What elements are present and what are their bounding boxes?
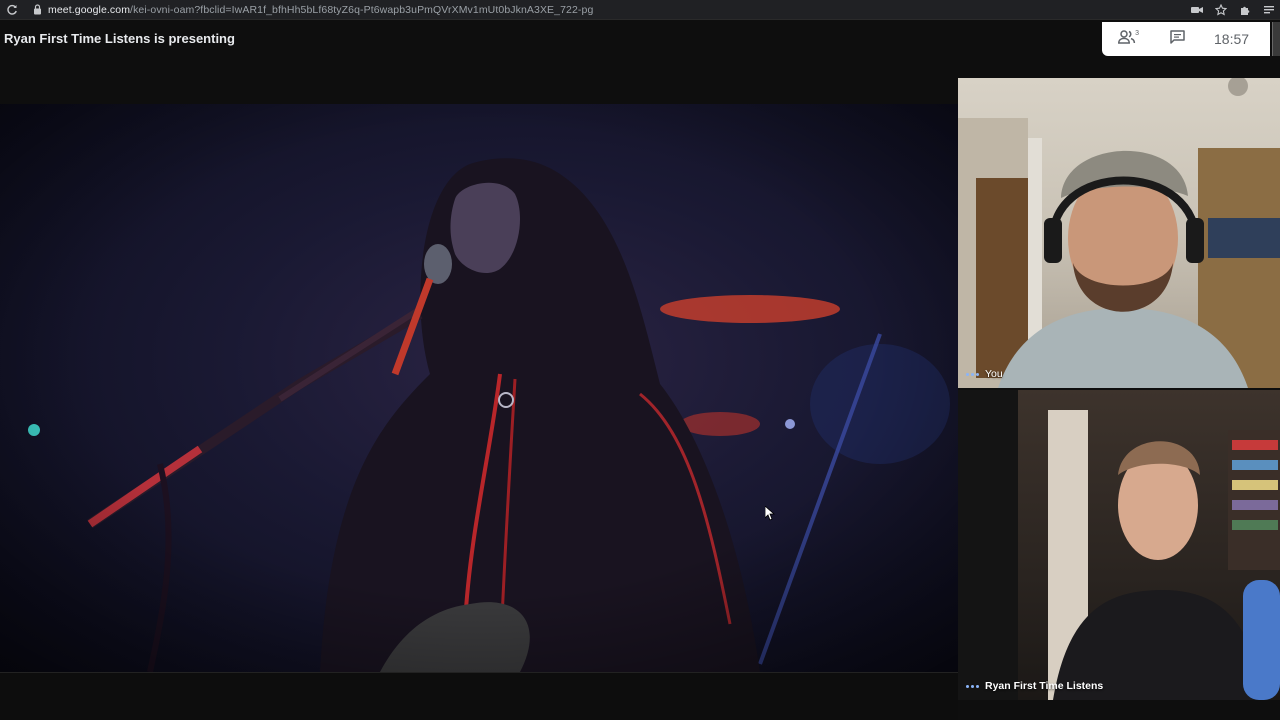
meeting-clock: 18:57	[1214, 31, 1250, 47]
people-count: 3	[1135, 30, 1139, 37]
participant-tile-ryan[interactable]: Ryan First Time Listens	[958, 390, 1280, 700]
reload-icon[interactable]	[2, 0, 22, 20]
url-host: meet.google.com	[48, 3, 131, 16]
speaking-indicator-icon	[966, 684, 979, 688]
bottom-strip	[0, 672, 958, 720]
bookmark-star-icon[interactable]	[1212, 1, 1230, 19]
participant-video-ryan	[958, 390, 1280, 700]
meet-window: meet.google.com/kei-ovni-oam?fbclid=IwAR…	[0, 0, 1280, 720]
participant-video-you	[958, 78, 1280, 388]
camera-indicator-icon[interactable]	[1188, 1, 1206, 19]
participant-label: You	[966, 368, 1003, 380]
url-field[interactable]: meet.google.com/kei-ovni-oam?fbclid=IwAR…	[48, 4, 593, 16]
reading-list-icon[interactable]	[1260, 1, 1278, 19]
participant-name: You	[985, 368, 1003, 380]
participant-label: Ryan First Time Listens	[966, 680, 1103, 692]
mouse-cursor-icon	[764, 505, 776, 526]
presenting-status: Ryan First Time Listens is presenting	[4, 31, 235, 46]
extensions-icon[interactable]	[1236, 1, 1254, 19]
chat-icon	[1169, 29, 1185, 49]
meeting-info-panel: 3 18:57	[1102, 22, 1270, 56]
participant-tile-you[interactable]: You	[958, 78, 1280, 388]
speaking-indicator-icon	[966, 372, 979, 376]
participant-name: Ryan First Time Listens	[985, 680, 1104, 692]
presentation-frame-art	[0, 104, 958, 672]
url-path: /kei-ovni-oam?fbclid=IwAR1f_bfhHh5bLf68t…	[130, 3, 594, 16]
people-button[interactable]: 3	[1102, 22, 1152, 56]
people-icon	[1118, 29, 1136, 49]
lock-icon	[30, 0, 44, 20]
presentation-video[interactable]	[0, 104, 958, 672]
chat-button[interactable]	[1152, 22, 1202, 56]
browser-address-bar: meet.google.com/kei-ovni-oam?fbclid=IwAR…	[0, 0, 1280, 20]
account-avatar[interactable]	[1272, 22, 1280, 56]
